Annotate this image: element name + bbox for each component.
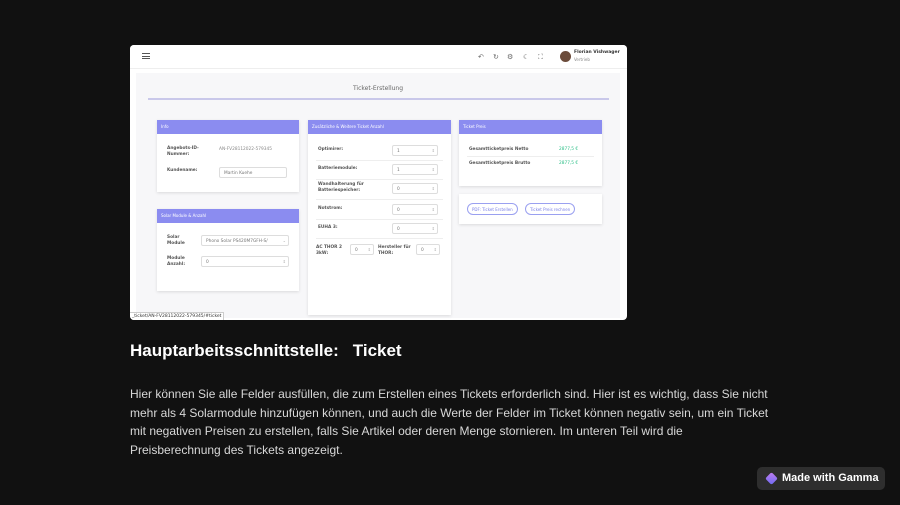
extras-row-label: Optimirer: xyxy=(318,147,344,152)
module-anzahl-field[interactable]: 0 ⇕ xyxy=(201,256,289,267)
page-title: Ticket-Erstellung xyxy=(352,85,404,92)
slide-description: Hier können Sie alle Felder ausfüllen, d… xyxy=(130,387,769,457)
refresh-icon[interactable]: ↻ xyxy=(493,52,499,62)
info-card: Info Angebots-ID- Nummer: AN-FV28112022-… xyxy=(157,120,299,192)
heading-part-2: Ticket xyxy=(352,341,402,360)
app-content: Ticket-Erstellung Info Angebots-ID- Numm… xyxy=(136,73,620,318)
extras-row-field[interactable]: 1 ⇕ xyxy=(392,145,438,156)
extras-row-label: Batteriemodule: xyxy=(318,166,358,171)
extras-row-field[interactable]: 1 ⇕ xyxy=(392,164,438,175)
extras-row-field[interactable]: 0 ⇕ xyxy=(392,204,438,215)
undo-icon[interactable]: ↶ xyxy=(478,52,484,62)
dark-mode-icon[interactable]: ☾ xyxy=(523,52,529,62)
slide: ↶ ↻ ⚙ ☾ ⛶ Florian Vishwager Vertrieb Tic… xyxy=(0,0,900,505)
kunde-label: Kundename: xyxy=(167,168,198,173)
row-divider xyxy=(316,219,443,220)
stepper-icon: ⇕ xyxy=(433,247,437,252)
row-divider xyxy=(467,156,594,157)
angebots-label: Angebots-ID- Nummer: xyxy=(167,146,199,157)
extras-row-field[interactable]: 0 ⇕ xyxy=(392,183,438,194)
netto-label: Gesamtticketpreis Netto xyxy=(469,147,529,152)
gamma-badge-label: Made with Gamma xyxy=(782,472,879,484)
stepper-icon: ⇕ xyxy=(282,259,286,264)
netto-value: 2877,5 € xyxy=(559,147,579,152)
pdf-ticket-button[interactable]: PDF: Ticket Erstellen xyxy=(467,203,518,215)
app-toolbar: ↶ ↻ ⚙ ☾ ⛶ Florian Vishwager Vertrieb xyxy=(130,45,627,69)
ac-thor-field[interactable]: 0 ⇕ xyxy=(350,244,374,255)
stepper-icon: ⇕ xyxy=(431,207,435,212)
url-tooltip: _ticket/AN-FV28112022-579345/#ticket xyxy=(130,312,225,320)
solar-module-label: Solar Module xyxy=(167,235,185,246)
row-divider xyxy=(316,179,443,180)
ac-thor-label: AC THOR 2 3kW: xyxy=(316,245,342,256)
heading-part-1: Hauptarbeitsschnittstelle: xyxy=(130,341,339,360)
chevron-down-icon: ⌄ xyxy=(282,238,286,243)
solar-module-select[interactable]: Phono Solar PS420M7GFH-S/ ⌄ xyxy=(201,235,289,246)
price-card: Ticket Preis Gesamtticketpreis Netto 287… xyxy=(459,120,602,186)
stepper-icon: ⇕ xyxy=(431,226,435,231)
app-screenshot: ↶ ↻ ⚙ ☾ ⛶ Florian Vishwager Vertrieb Tic… xyxy=(130,45,627,320)
extras-row-label: Wandhalterung für Batteriespeicher: xyxy=(318,182,364,193)
extras-row-label: Notstrom: xyxy=(318,206,343,211)
solar-card-title: Solar Module & Anzahl xyxy=(157,209,299,223)
brutto-value: 2877,5 € xyxy=(559,161,579,166)
kunde-field[interactable]: Martin Kuehe xyxy=(219,167,287,178)
angebots-id-value: AN-FV28112022-579345 xyxy=(219,147,272,152)
price-card-title: Ticket Preis xyxy=(459,120,602,134)
avatar[interactable] xyxy=(560,51,571,62)
extras-card-title: Zusätzliche & Weitere Ticket Anzahl xyxy=(308,120,451,134)
solar-card: Solar Module & Anzahl Solar Module Phono… xyxy=(157,209,299,291)
menu-icon[interactable] xyxy=(142,53,150,59)
stepper-icon: ⇕ xyxy=(431,186,435,191)
row-divider xyxy=(316,238,443,239)
stepper-icon: ⇕ xyxy=(431,148,435,153)
fullscreen-icon[interactable]: ⛶ xyxy=(538,52,543,62)
brutto-label: Gesamtticketpreis Brutto xyxy=(469,161,531,166)
gamma-logo-icon xyxy=(765,472,778,485)
row-divider xyxy=(316,160,443,161)
hersteller-label: Hersteller für THOR: xyxy=(378,245,411,256)
row-divider xyxy=(316,199,443,200)
title-divider xyxy=(148,98,609,100)
settings-icon[interactable]: ⚙ xyxy=(507,52,513,62)
actions-card: PDF: Ticket Erstellen Ticket Preis rechn… xyxy=(459,194,602,224)
slide-heading: Hauptarbeitsschnittstelle: Ticket xyxy=(130,341,416,361)
stepper-icon: ⇕ xyxy=(367,247,371,252)
extras-row-field[interactable]: 0 ⇕ xyxy=(392,223,438,234)
stepper-icon: ⇕ xyxy=(431,167,435,172)
user-name: Florian Vishwager xyxy=(574,50,620,55)
extras-row-label: EUHA 3: xyxy=(318,225,338,230)
extras-card: Zusätzliche & Weitere Ticket Anzahl Opti… xyxy=(308,120,451,315)
ticket-preis-button[interactable]: Ticket Preis rechnen xyxy=(525,203,576,215)
info-card-title: Info xyxy=(157,120,299,134)
user-role: Vertrieb xyxy=(574,57,590,62)
hersteller-field[interactable]: 0 ⇕ xyxy=(416,244,440,255)
module-anzahl-label: Module Anzahl: xyxy=(167,256,186,267)
made-with-gamma-badge[interactable]: Made with Gamma xyxy=(757,467,885,490)
